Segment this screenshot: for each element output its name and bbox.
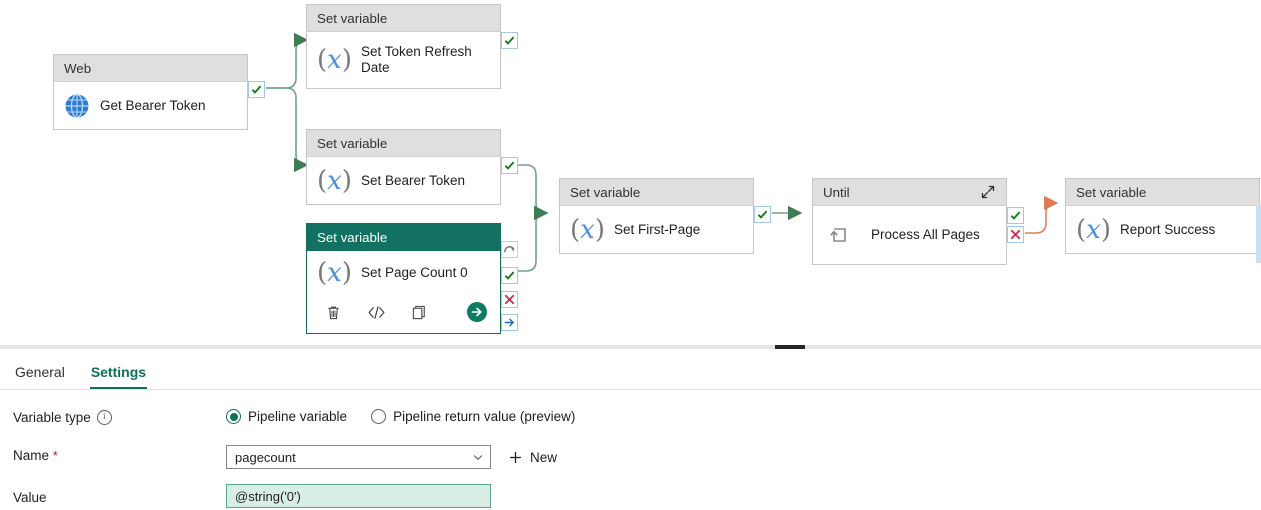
set-variable-icon: (x) (317, 45, 352, 75)
node-type-label: Set variable (307, 5, 500, 32)
node-body: (x) Set Token Refresh Date (307, 32, 500, 88)
node-action-toolbar[interactable] (307, 295, 500, 329)
set-variable-icon: (x) (317, 258, 352, 288)
node-body: Process All Pages (813, 206, 1006, 264)
success-check-icon[interactable] (248, 81, 265, 98)
success-check-icon[interactable] (501, 157, 518, 174)
name-label: Name * (13, 448, 58, 463)
success-check-icon[interactable] (501, 267, 518, 284)
radio-selected-icon (226, 409, 241, 424)
tab-general[interactable]: General (4, 355, 76, 389)
splitter-grip-icon[interactable] (775, 345, 805, 349)
failure-x-icon[interactable] (501, 291, 518, 308)
activity-node-set-page-count-0[interactable]: Set variable (x) Set Page Count 0 (306, 223, 518, 334)
value-label: Value (13, 490, 47, 505)
pipeline-canvas[interactable]: Web Get Bearer Token Set variable (x) Se… (0, 0, 1261, 345)
chevron-down-icon[interactable] (472, 451, 484, 463)
properties-pane: General Settings Variable type i Pipeline… (0, 345, 1261, 510)
success-check-icon[interactable] (501, 32, 518, 49)
value-expression-input[interactable]: @string('0') (226, 484, 491, 508)
node-title: Set Token Refresh Date (361, 44, 472, 75)
activity-node-set-first-page[interactable]: Set variable (x) Set First-Page (559, 178, 771, 254)
until-loop-icon (828, 224, 850, 246)
delete-icon[interactable] (321, 301, 345, 323)
name-value: pagecount (235, 449, 296, 465)
node-type-label: Set variable (1066, 179, 1259, 206)
plus-icon (508, 450, 523, 465)
run-icon[interactable] (466, 301, 488, 323)
name-dropdown[interactable]: pagecount (226, 445, 491, 469)
node-title: Set Page Count 0 (361, 265, 468, 280)
info-icon[interactable]: i (96, 410, 112, 425)
node-title: Set Bearer Token (361, 173, 466, 188)
value-field-row[interactable]: @string('0') (226, 484, 491, 508)
node-type-label: Set variable (560, 179, 753, 206)
activity-node-set-token-refresh-date[interactable]: Set variable (x) Set Token Refresh Date (306, 4, 518, 89)
activity-node-set-bearer-token[interactable]: Set variable (x) Set Bearer Token (306, 129, 518, 205)
connector-wires (266, 32, 1059, 272)
node-body: (x) Report Success (1066, 206, 1259, 254)
globe-icon (64, 93, 90, 119)
set-variable-icon: (x) (317, 166, 352, 196)
node-body: Get Bearer Token (54, 82, 247, 130)
radio-pipeline-variable[interactable]: Pipeline variable (226, 409, 347, 424)
value-expression-text: @string('0') (235, 488, 301, 504)
set-variable-icon: (x) (570, 215, 605, 245)
canvas-scrollbar[interactable] (1256, 205, 1261, 263)
activity-node-report-success[interactable]: Set variable (x) Report Success (1065, 178, 1260, 254)
node-body: (x) Set Bearer Token (307, 157, 500, 205)
node-type-label: Set variable (307, 224, 500, 251)
properties-tabs[interactable]: General Settings (0, 355, 1261, 390)
node-type-label: Until (813, 179, 1006, 206)
pane-splitter[interactable] (0, 345, 1261, 349)
code-icon[interactable] (364, 301, 388, 323)
tab-settings[interactable]: Settings (80, 355, 157, 389)
name-field-row[interactable]: pagecount New (226, 445, 557, 469)
expand-icon[interactable] (980, 184, 996, 200)
node-type-label: Web (54, 55, 247, 82)
variable-type-radio-group[interactable]: Pipeline variable Pipeline return value … (226, 409, 575, 424)
set-variable-icon: (x) (1076, 215, 1111, 245)
node-body: (x) Set First-Page (560, 206, 753, 254)
activity-node-until-process-all-pages[interactable]: Until Process All Pages (812, 178, 1024, 265)
radio-unselected-icon (371, 409, 387, 424)
variable-type-label: Variable type i (13, 410, 112, 425)
success-check-icon[interactable] (754, 206, 771, 223)
new-variable-button[interactable]: New (508, 450, 557, 465)
failure-x-icon[interactable] (1007, 226, 1024, 243)
node-type-label: Set variable (307, 130, 500, 157)
node-title: Report Success (1120, 222, 1216, 237)
activity-node-web[interactable]: Web Get Bearer Token (53, 54, 265, 130)
clone-icon[interactable] (407, 301, 431, 323)
required-marker: * (52, 448, 58, 463)
radio-pipeline-return-value[interactable]: Pipeline return value (preview) (371, 409, 575, 424)
skipped-arrow-icon[interactable] (501, 241, 518, 258)
completion-arrow-icon[interactable] (501, 314, 518, 331)
node-title: Process All Pages (871, 227, 980, 242)
success-check-icon[interactable] (1007, 207, 1024, 224)
node-title: Get Bearer Token (100, 98, 206, 113)
node-title: Set First-Page (614, 222, 701, 237)
node-body: (x) Set Page Count 0 (307, 251, 500, 295)
